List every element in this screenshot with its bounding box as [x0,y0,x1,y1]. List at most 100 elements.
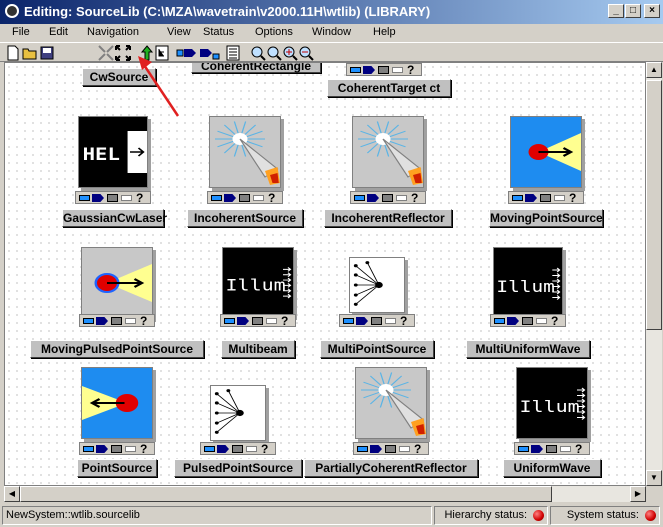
blank-icon[interactable] [554,195,565,201]
help-icon[interactable]: ? [400,314,412,328]
block-icon[interactable]: HEL [78,116,148,188]
menu-options[interactable]: Options [255,26,293,38]
input-port-icon[interactable] [350,67,361,73]
help-icon[interactable]: ? [281,314,293,328]
blank-icon[interactable] [392,67,403,73]
param-icon[interactable] [378,66,389,74]
menu-status[interactable]: Status [203,26,234,38]
block-icon[interactable]: Illum [222,247,294,317]
save-icon[interactable] [40,45,54,61]
output-port-icon[interactable] [96,317,108,325]
close-button[interactable]: × [644,4,660,18]
input-port-icon[interactable] [494,318,505,324]
open-folder-icon[interactable] [22,45,38,61]
input-port-icon[interactable] [512,195,523,201]
output-port-icon[interactable] [370,445,382,453]
param-icon[interactable] [522,317,533,325]
port-icons[interactable]: ? [353,442,429,456]
block-icon[interactable] [81,247,153,319]
param-icon[interactable] [371,317,382,325]
new-doc-icon[interactable] [6,45,20,61]
zoom-in-icon[interactable] [282,45,298,61]
menu-help[interactable]: Help [373,26,396,38]
port-icons[interactable]: ? [346,63,422,77]
param-icon[interactable] [382,194,393,202]
output-port-icon[interactable] [92,194,104,202]
block-icon[interactable] [510,116,582,188]
output-port-icon[interactable] [531,445,543,453]
scroll-down-arrow[interactable]: ▼ [646,470,662,486]
port-icons[interactable]: ? [79,314,155,328]
port-icons[interactable]: ? [339,314,415,328]
blank-icon[interactable] [396,195,407,201]
port-icons[interactable]: ? [490,314,566,328]
output-port-icon[interactable] [224,194,236,202]
vertical-scrollbar[interactable]: ▲ ▼ [646,62,662,486]
blank-icon[interactable] [560,446,571,452]
output-port-icon[interactable] [525,194,537,202]
port-icons[interactable]: ? [508,191,584,205]
menu-navigation[interactable]: Navigation [87,26,139,38]
minimize-button[interactable]: _ [608,4,624,18]
port-icons[interactable]: ? [200,442,276,456]
output-port-icon[interactable] [356,317,368,325]
input-port-icon[interactable] [357,446,368,452]
input-port-icon[interactable] [518,446,529,452]
scroll-right-arrow[interactable]: ▶ [630,486,646,502]
blank-icon[interactable] [385,318,396,324]
help-icon[interactable]: ? [268,191,280,205]
list-icon[interactable] [226,45,240,61]
menu-view[interactable]: View [167,26,191,38]
input-port-icon[interactable] [83,318,94,324]
zoom-out-icon[interactable] [298,45,314,61]
port-icons[interactable]: ? [75,191,151,205]
param-icon[interactable] [385,445,396,453]
shrink-icon[interactable] [98,45,114,61]
help-icon[interactable]: ? [551,314,563,328]
input-port-icon[interactable] [224,318,235,324]
block-icon[interactable] [209,116,281,188]
help-icon[interactable]: ? [140,314,152,328]
scroll-left-arrow[interactable]: ◀ [4,486,20,502]
help-icon[interactable]: ? [414,442,426,456]
block-icon[interactable] [352,116,424,188]
menu-edit[interactable]: Edit [49,26,68,38]
port-icons[interactable]: ? [350,191,426,205]
zoom-fit-icon[interactable] [250,45,266,61]
vertical-scroll-thumb[interactable] [646,80,662,330]
blank-icon[interactable] [125,318,136,324]
param-icon[interactable] [111,317,122,325]
help-icon[interactable]: ? [575,442,587,456]
param-icon[interactable] [232,445,243,453]
help-icon[interactable]: ? [411,191,423,205]
app-icon[interactable] [5,4,19,18]
block-icon[interactable]: Illum [516,367,588,439]
param-icon[interactable] [111,445,122,453]
blank-icon[interactable] [125,446,136,452]
port-icons[interactable]: ? [514,442,590,456]
input-port-icon[interactable] [79,195,90,201]
block-icon[interactable] [210,385,266,441]
output-port-icon[interactable] [217,445,229,453]
blank-icon[interactable] [266,318,277,324]
blank-icon[interactable] [253,195,264,201]
block-icon[interactable] [355,367,427,439]
help-icon[interactable]: ? [136,191,148,205]
title-bar[interactable]: Editing: SourceLib (C:\MZA\wavetrain\v20… [0,0,663,24]
expand-icon[interactable] [115,45,131,61]
output-port-icon[interactable] [237,317,249,325]
help-icon[interactable]: ? [140,442,152,456]
horizontal-scroll-thumb[interactable] [20,486,552,502]
block-icon[interactable] [349,257,405,313]
port-arrow-2-icon[interactable] [199,45,221,61]
diagram-canvas[interactable]: CwSource? CoherentTarget ct CoherentRectan… [4,62,646,486]
help-icon[interactable]: ? [261,442,273,456]
param-icon[interactable] [252,317,263,325]
output-port-icon[interactable] [363,66,375,74]
horizontal-scrollbar[interactable]: ◀ ▶ [4,486,646,502]
output-port-icon[interactable] [507,317,519,325]
port-icons[interactable]: ? [220,314,296,328]
output-port-icon[interactable] [96,445,108,453]
param-icon[interactable] [239,194,250,202]
block-icon[interactable]: Illum [493,247,563,319]
